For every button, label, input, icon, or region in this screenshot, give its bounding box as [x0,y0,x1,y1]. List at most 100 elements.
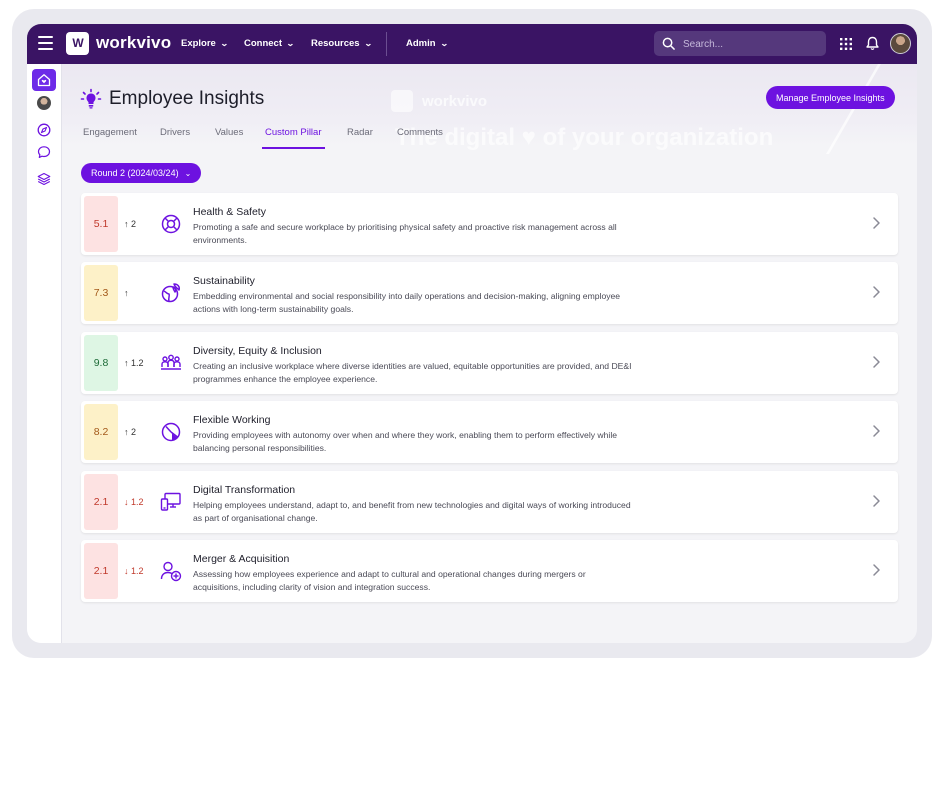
score-badge: 9.8 [84,335,118,391]
tab-drivers[interactable]: Drivers [160,127,190,147]
chevron-down-icon: ⌄ [363,39,373,48]
pillar-row-diversity[interactable]: 9.8 ↑ 1.2 Diversity, Equity & Inclusion … [81,332,898,394]
chevron-right-icon[interactable] [872,216,881,230]
pillar-title: Flexible Working [193,414,271,426]
watermark-logo: workvivo [391,90,487,112]
clock-pie-icon [161,422,181,442]
arrow-up-icon: ↑ [124,358,129,368]
chevron-right-icon[interactable] [872,285,881,299]
manage-employee-insights-button[interactable]: Manage Employee Insights [766,86,895,109]
nav-explore[interactable]: Explore ⌄ [181,38,229,49]
lifebuoy-icon [161,214,181,234]
arrow-down-icon: ↓ [124,497,129,507]
sidebar-item-profile[interactable] [32,92,56,114]
apps-grid-icon[interactable] [840,38,852,50]
devices-icon [160,492,181,511]
chevron-down-icon: ⌄ [184,168,192,178]
search-box[interactable] [654,31,826,56]
trend-indicator: ↓ 1.2 [124,540,144,602]
top-bar: W workvivo Explore ⌄ Connect ⌄ Resources ⌄ … [27,24,917,64]
trend-value: 1.2 [131,497,144,507]
pillar-description: Embedding environmental and social respo… [193,291,621,314]
chevron-right-icon[interactable] [872,424,881,438]
pillar-title: Health & Safety [193,206,266,218]
pillar-row-health-safety[interactable]: 5.1 ↑ 2 Health & Safety Promoting a safe… [81,193,898,255]
pillar-title: Sustainability [193,275,255,287]
arrow-up-icon: ↑ [124,427,129,437]
score-badge: 7.3 [84,265,118,321]
nav-divider [386,32,387,56]
round-selector-label: Round 2 (2024/03/24) [91,168,179,178]
trend-indicator: ↑ 2 [124,401,136,463]
round-selector-dropdown[interactable]: Round 2 (2024/03/24) ⌄ [81,163,202,183]
watermark-tagline: The digital ♥ of your organization [395,124,774,151]
chevron-right-icon[interactable] [872,355,881,369]
score-badge: 2.1 [84,474,118,530]
pillar-description: Creating an inclusive workplace where di… [193,361,632,384]
sidebar-item-layers[interactable] [32,168,56,190]
chevron-right-icon[interactable] [872,494,881,508]
arrow-down-icon: ↓ [124,566,129,576]
nav-admin[interactable]: Admin ⌄ [406,38,449,49]
tab-engagement[interactable]: Engagement [83,127,137,147]
pillar-row-sustainability[interactable]: 7.3 ↑ Sustainability Embedding environme… [81,262,898,324]
trend-indicator: ↑ [124,262,131,324]
chevron-down-icon: ⌄ [439,39,449,48]
brand-name[interactable]: workvivo [96,33,171,53]
nav-connect[interactable]: Connect ⌄ [244,38,295,49]
bell-icon[interactable] [866,36,879,51]
sidebar [27,64,62,643]
search-icon [662,37,675,50]
workvivo-logo-icon[interactable]: W [66,32,89,55]
tab-comments[interactable]: Comments [397,127,443,147]
trend-indicator: ↑ 1.2 [124,332,144,394]
home-heart-icon [37,74,51,87]
chevron-right-icon[interactable] [872,563,881,577]
trend-indicator: ↓ 1.2 [124,471,144,533]
trend-value: 2 [131,427,137,437]
pillar-row-merger-acquisition[interactable]: 2.1 ↓ 1.2 Merger & Acquisition Assessing… [81,540,898,602]
pillar-description: Providing employees with autonomy over w… [193,430,618,453]
arrow-up-icon: ↑ [124,288,129,298]
pillar-description: Assessing how employees experience and a… [193,569,586,592]
user-add-icon [160,561,182,582]
pillar-title: Digital Transformation [193,484,296,496]
sidebar-item-messages[interactable] [32,141,56,163]
app-window: W workvivo Explore ⌄ Connect ⌄ Resources ⌄ … [27,24,917,643]
score-badge: 5.1 [84,196,118,252]
pillar-title: Diversity, Equity & Inclusion [193,345,322,357]
sidebar-item-explore[interactable] [32,119,56,141]
people-group-icon [161,354,181,370]
trend-value: 1.2 [131,566,144,576]
pillar-row-digital-transformation[interactable]: 2.1 ↓ 1.2 Digital Transformation Helping… [81,471,898,533]
page-title: Employee Insights [109,88,265,109]
chat-bubble-icon [37,146,51,158]
user-avatar[interactable] [890,33,911,54]
avatar [37,96,51,110]
chevron-down-icon: ⌄ [219,39,229,48]
menu-icon[interactable] [38,36,53,50]
main-content: workvivo The digital ♥ of your organizat… [62,64,917,643]
pillar-description: Helping employees understand, adapt to, … [193,500,631,523]
tab-values[interactable]: Values [215,127,243,147]
pillar-description: Promoting a safe and secure workplace by… [193,222,617,245]
chevron-down-icon: ⌄ [285,39,295,48]
page-header: Employee Insights [80,88,264,110]
trend-value: 1.2 [131,358,144,368]
decorative-stripe [826,64,917,154]
pillar-title: Merger & Acquisition [193,553,290,565]
sidebar-item-home[interactable] [32,69,56,91]
lightbulb-icon [80,88,102,109]
search-input[interactable] [681,35,820,54]
workvivo-logo-icon [391,90,413,112]
trend-indicator: ↑ 2 [124,193,136,255]
tab-radar[interactable]: Radar [347,127,373,147]
trend-value: 2 [131,219,137,229]
header-banner: workvivo The digital ♥ of your organizat… [62,64,917,154]
arrow-up-icon: ↑ [124,219,129,229]
nav-resources[interactable]: Resources ⌄ [311,38,373,49]
score-badge: 2.1 [84,543,118,599]
tab-custom-pillar[interactable]: Custom Pillar [262,127,325,149]
pillar-row-flexible-working[interactable]: 8.2 ↑ 2 Flexible Working Providing emplo… [81,401,898,463]
compass-icon [37,123,51,137]
